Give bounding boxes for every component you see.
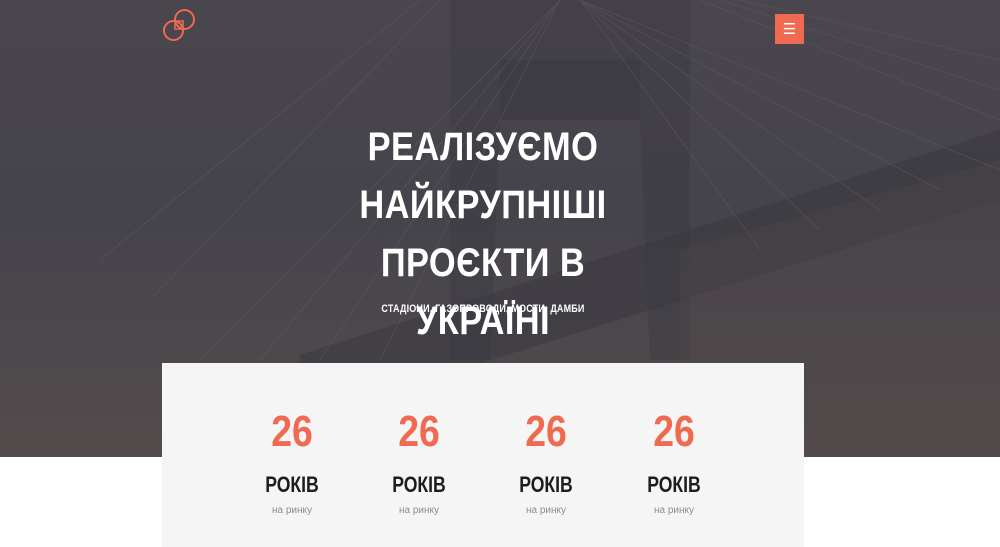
hero-title-line-2: НАЙКРУПНІШІ ПРОЄКТИ В — [359, 183, 607, 285]
hero-title: РЕАЛІЗУЄМО НАЙКРУПНІШІ ПРОЄКТИ В УКРАЇНІ — [283, 118, 684, 350]
hamburger-menu-button[interactable]: ☰ — [775, 14, 804, 44]
stat-number: 26 — [271, 407, 313, 456]
stat-number: 26 — [525, 407, 567, 456]
hamburger-icon: ☰ — [782, 20, 797, 38]
stat-unit: РОКІВ — [519, 472, 573, 497]
stat-unit: РОКІВ — [647, 472, 701, 497]
hero-title-line-3: УКРАЇНІ — [415, 299, 551, 343]
hero-subtitle: СТАДІОНИ, ГАЗОПРОВОДИ, МОСТИ, ДАМБИ — [381, 303, 585, 315]
interlocking-rings-logo[interactable] — [160, 8, 198, 46]
stat-number: 26 — [398, 407, 440, 456]
hero-title-line-1: РЕАЛІЗУЄМО — [367, 125, 599, 169]
stat-unit: РОКІВ — [265, 472, 319, 497]
stat-number: 26 — [653, 407, 695, 456]
stat-description: на ринку — [653, 505, 695, 516]
stat-description: на ринку — [525, 505, 567, 516]
stat-description: на ринку — [398, 505, 440, 516]
stats-panel: 26 РОКІВ на ринку 26 РОКІВ на ринку 26 Р… — [162, 363, 804, 547]
stat-description: на ринку — [271, 505, 313, 516]
stat-unit: РОКІВ — [392, 472, 446, 497]
